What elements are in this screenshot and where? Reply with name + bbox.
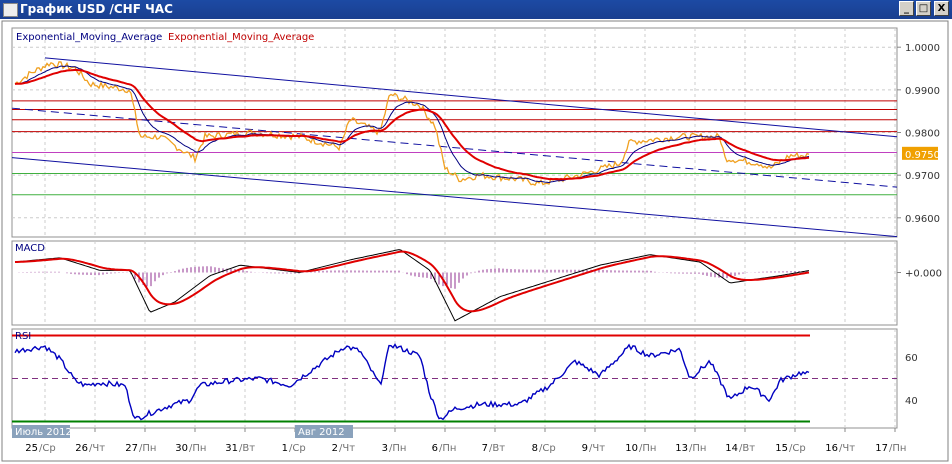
x-tick-weekday: /Вт xyxy=(239,443,255,454)
legend-ema-fast: Exponential_Moving_Average xyxy=(16,32,162,43)
x-tick-weekday: /Чт xyxy=(339,443,355,454)
rsi-tick-label: 40 xyxy=(905,396,918,407)
x-tick-weekday: /Ср xyxy=(789,443,806,454)
x-tick-weekday: /Пн xyxy=(439,443,456,454)
price-tick-label: 0.9700 xyxy=(905,171,940,182)
x-tick-day: 6 xyxy=(432,443,438,454)
x-tick-day: 31 xyxy=(225,443,238,454)
last-price-label: 0.9750 xyxy=(905,150,940,161)
x-tick-weekday: /Пн xyxy=(639,443,656,454)
rsi-tick-label: 60 xyxy=(905,353,918,364)
x-tick-weekday: /Вт xyxy=(739,443,755,454)
x-tick-weekday: /Пн xyxy=(189,443,206,454)
x-tick-day: 25 xyxy=(25,443,38,454)
title-bar[interactable]: График USD /CHF ЧАС _ □ X xyxy=(0,0,952,19)
window-title: График USD /CHF ЧАС xyxy=(20,2,173,16)
x-tick-day: 14 xyxy=(725,443,738,454)
minimize-button[interactable]: _ xyxy=(899,1,914,16)
x-tick-day: 17 xyxy=(875,443,888,454)
x-tick-weekday: /Чт xyxy=(839,443,855,454)
price-tick-label: 0.9600 xyxy=(905,214,940,225)
x-tick-day: 30 xyxy=(175,443,188,454)
close-button[interactable]: X xyxy=(934,1,949,16)
maximize-button[interactable]: □ xyxy=(916,1,931,16)
x-tick-weekday: /Пн xyxy=(689,443,706,454)
x-tick-weekday: /Ср xyxy=(289,443,306,454)
x-tick-day: 9 xyxy=(582,443,588,454)
x-tick-weekday: /Пн xyxy=(139,443,156,454)
rsi-label: RSI xyxy=(15,331,31,342)
x-tick-weekday: /Ср xyxy=(539,443,556,454)
macd-zero-label: +0.000 xyxy=(905,269,942,280)
x-tick-day: 26 xyxy=(75,443,88,454)
x-tick-day: 15 xyxy=(775,443,788,454)
price-tick-label: 0.9800 xyxy=(905,129,940,140)
chart-app-icon xyxy=(3,3,18,17)
x-tick-weekday: /Пн xyxy=(389,443,406,454)
price-tick-label: 0.9900 xyxy=(905,86,940,97)
month-label: Июль 2012 xyxy=(15,427,72,438)
price-tick-label: 1.0000 xyxy=(905,43,940,54)
x-tick-day: 10 xyxy=(625,443,638,454)
x-tick-day: 8 xyxy=(532,443,538,454)
x-tick-day: 7 xyxy=(482,443,488,454)
x-tick-weekday: /Ср xyxy=(39,443,56,454)
x-tick-weekday: /Вт xyxy=(489,443,505,454)
month-label: Авг 2012 xyxy=(298,427,345,438)
x-tick-day: 16 xyxy=(825,443,838,454)
x-tick-day: 13 xyxy=(675,443,688,454)
x-tick-day: 1 xyxy=(282,443,288,454)
x-tick-weekday: /Пн xyxy=(889,443,906,454)
legend-ema-slow: Exponential_Moving_Average xyxy=(168,32,314,43)
x-tick-weekday: /Чт xyxy=(89,443,105,454)
chart-window: График USD /CHF ЧАС _ □ X 25/Ср 26/Чт 27/П… xyxy=(0,0,952,464)
chart-area[interactable]: 25/Ср 26/Чт 27/Пн 30/Пн 31/Вт 1/Ср 2/Чт 3/Пн 6/П… xyxy=(0,19,952,464)
x-tick-day: 3 xyxy=(382,443,388,454)
x-tick-day: 27 xyxy=(125,443,138,454)
macd-label: MACD xyxy=(15,243,45,254)
x-tick-day: 2 xyxy=(332,443,338,454)
x-tick-weekday: /Чт xyxy=(589,443,605,454)
